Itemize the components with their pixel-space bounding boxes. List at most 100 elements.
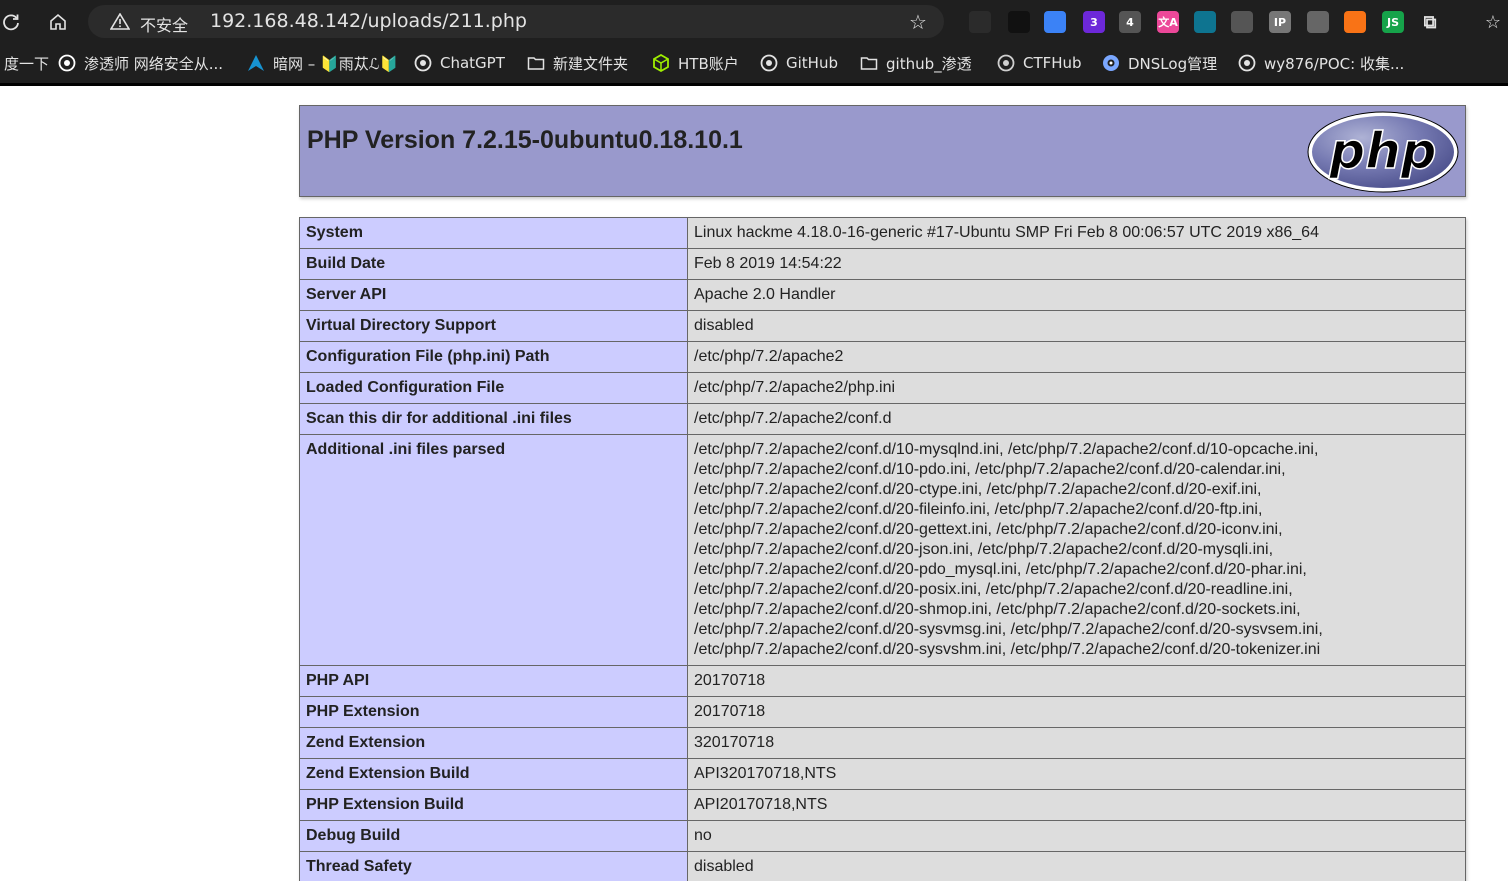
- bookmark-item[interactable]: GitHub: [760, 51, 838, 75]
- table-row: Zend Extension 320170718: [299, 727, 1466, 759]
- extension-icon-12[interactable]: JS: [1382, 11, 1404, 33]
- table-row: Thread Safety disabled: [299, 851, 1466, 881]
- folder-icon: [860, 54, 878, 72]
- row-value-line: disabled: [694, 858, 754, 875]
- bookmark-star-icon[interactable]: ☆: [909, 10, 927, 34]
- github-icon: [760, 54, 778, 72]
- bookmark-item[interactable]: 暗网 – 🔰雨苁ℒ🔰: [247, 51, 398, 75]
- php-logo-text: php: [1328, 122, 1436, 180]
- table-row: Loaded Configuration File/etc/php/7.2/ap…: [299, 372, 1466, 404]
- table-row: PHP API 20170718: [299, 665, 1466, 697]
- table-row: Additional .ini files parsed/etc/php/7.2…: [299, 434, 1466, 666]
- extension-icon-2[interactable]: [1008, 11, 1030, 33]
- reload-icon[interactable]: [0, 8, 25, 36]
- bookmark-label: DNSLog管理: [1128, 54, 1218, 73]
- arch-icon: [247, 54, 265, 72]
- row-value: disabled: [687, 310, 1466, 342]
- chrome-divider: [0, 83, 1508, 86]
- browser-toolbar: 不安全 192.168.48.142/uploads/211.php ☆ 34文…: [0, 0, 1508, 43]
- eye-icon: [1102, 54, 1120, 72]
- extension-icon-8[interactable]: [1231, 11, 1253, 33]
- row-value: API320170718,NTS: [687, 758, 1466, 790]
- bookmark-label: 暗网 – 🔰雨苁ℒ🔰: [273, 54, 399, 73]
- table-row: PHP Extension 20170718: [299, 696, 1466, 728]
- row-value-line: Linux hackme 4.18.0-16-generic #17-Ubunt…: [694, 224, 1319, 241]
- url-text[interactable]: 192.168.48.142/uploads/211.php: [210, 10, 527, 32]
- phpinfo-container: PHP Version 7.2.15-0ubuntu0.18.10.1 php …: [299, 105, 1466, 881]
- openai-icon: [414, 54, 432, 72]
- table-row: Virtual Directory Support disabled: [299, 310, 1466, 342]
- folder-icon: [527, 54, 545, 72]
- bookmark-item[interactable]: 新建文件夹: [527, 51, 628, 75]
- table-row: System Linux hackme 4.18.0-16-generic #17…: [299, 217, 1466, 249]
- row-key: Zend Extension Build: [299, 758, 688, 790]
- php-version-title: PHP Version 7.2.15-0ubuntu0.18.10.1: [307, 126, 743, 154]
- bookmark-label: GitHub: [786, 54, 838, 72]
- row-value-line: /etc/php/7.2/apache2/conf.d: [694, 410, 892, 427]
- table-row: Scan this dir for additional .ini files /…: [299, 403, 1466, 435]
- row-value: disabled: [687, 851, 1466, 881]
- row-value-line: /etc/php/7.2/apache2/conf.d/20-shmop.ini…: [694, 601, 1301, 618]
- php-logo[interactable]: php: [1307, 111, 1459, 193]
- table-row: Zend Extension Build API320170718,NTS: [299, 758, 1466, 790]
- row-value: /etc/php/7.2/apache2: [687, 341, 1466, 373]
- extension-icon-6[interactable]: 文A: [1157, 11, 1179, 33]
- extension-icon-9[interactable]: IP: [1269, 11, 1291, 33]
- row-value-line: /etc/php/7.2/apache2/conf.d/20-posix.ini…: [694, 581, 1293, 598]
- extension-icon-7[interactable]: [1194, 11, 1216, 33]
- row-key: Debug Build: [299, 820, 688, 852]
- github-icon: [1238, 54, 1256, 72]
- row-value-line: no: [694, 827, 712, 844]
- extension-icon-11[interactable]: [1344, 11, 1366, 33]
- row-value-line: 320170718: [694, 734, 775, 751]
- address-bar[interactable]: 不安全 192.168.48.142/uploads/211.php ☆: [88, 5, 944, 38]
- row-value-line: API320170718,NTS: [694, 765, 837, 782]
- row-value-line: /etc/php/7.2/apache2/conf.d/20-gettext.i…: [694, 521, 1283, 538]
- bookmark-item[interactable]: HTB账户: [652, 51, 739, 75]
- bookmarks-bar: 度一下 渗透师 网络安全从... 暗网 – 🔰雨苁ℒ🔰 ChatGPT 新建文件夹 HTB…: [0, 43, 1508, 83]
- htb-icon: [652, 53, 670, 73]
- bookmark-item[interactable]: DNSLog管理: [1102, 51, 1217, 75]
- bookmark-item[interactable]: wy876/POC: 收集...: [1238, 51, 1404, 75]
- row-key: PHP Extension Build: [299, 789, 688, 821]
- row-key: PHP Extension: [299, 696, 688, 728]
- bookmark-item[interactable]: 度一下: [0, 51, 49, 75]
- row-value-line: /etc/php/7.2/apache2/conf.d/20-json.ini,…: [694, 541, 1274, 558]
- row-value-line: /etc/php/7.2/apache2/conf.d/10-pdo.ini, …: [694, 461, 1286, 478]
- row-value-line: 20170718: [694, 672, 766, 689]
- extension-icon-10[interactable]: [1307, 11, 1329, 33]
- home-icon[interactable]: [44, 8, 72, 36]
- bookmark-item[interactable]: github_渗透: [860, 51, 972, 75]
- table-row: Server API Apache 2.0 Handler: [299, 279, 1466, 311]
- extension-icon-4[interactable]: 3: [1083, 11, 1105, 33]
- table-row: Build Date Feb 8 2019 14:54:22: [299, 248, 1466, 280]
- row-value: /etc/php/7.2/apache2/conf.d/10-mysqlnd.i…: [687, 434, 1466, 666]
- row-value-line: /etc/php/7.2/apache2/conf.d/10-mysqlnd.i…: [694, 441, 1319, 458]
- security-label[interactable]: 不安全: [140, 12, 188, 36]
- row-key: Zend Extension: [299, 727, 688, 759]
- extension-icon-5[interactable]: 4: [1119, 11, 1141, 33]
- row-value-line: /etc/php/7.2/apache2/php.ini: [694, 379, 896, 396]
- table-row: PHP Extension Build API20170718,NTS: [299, 789, 1466, 821]
- extension-icon-1[interactable]: [969, 11, 991, 33]
- bookmark-item[interactable]: CTFHub: [997, 51, 1082, 75]
- row-value-line: 20170718: [694, 703, 766, 720]
- bookmark-item[interactable]: ChatGPT: [414, 51, 505, 75]
- row-value-line: API20170718,NTS: [694, 796, 828, 813]
- row-key: Loaded Configuration File: [299, 372, 688, 404]
- row-value-line: disabled: [694, 317, 754, 334]
- row-value: API20170718,NTS: [687, 789, 1466, 821]
- bookmark-item[interactable]: 渗透师 网络安全从...: [58, 51, 223, 75]
- bookmark-label: 新建文件夹: [553, 54, 629, 73]
- row-value: no: [687, 820, 1466, 852]
- row-key: System: [299, 217, 688, 249]
- row-key: Build Date: [299, 248, 688, 280]
- extension-icon-3[interactable]: [1044, 11, 1066, 33]
- row-value-line: /etc/php/7.2/apache2: [694, 348, 844, 365]
- row-value: 320170718: [687, 727, 1466, 759]
- puzzle-icon[interactable]: ⧉: [1419, 11, 1441, 33]
- favorites-icon[interactable]: ☆: [1482, 11, 1504, 33]
- row-value-line: /etc/php/7.2/apache2/conf.d/20-fileinfo.…: [694, 501, 1263, 518]
- skull-icon: [58, 54, 76, 72]
- row-value-line: /etc/php/7.2/apache2/conf.d/20-ctype.ini…: [694, 481, 1262, 498]
